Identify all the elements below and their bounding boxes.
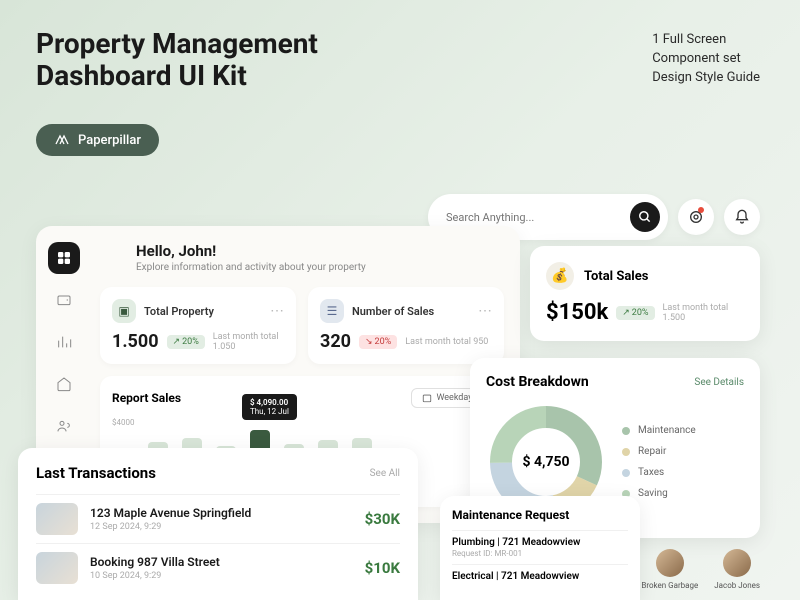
person-item[interactable]: Jacob Jones: [714, 549, 760, 590]
maintenance-row[interactable]: Electrical | 721 Meadowview: [452, 564, 628, 588]
transactions-card: Last Transactions See All 123 Maple Aven…: [18, 448, 418, 600]
see-all-link[interactable]: See All: [370, 468, 400, 479]
chart-icon: [56, 334, 72, 350]
people-list: Broken Garbage Jacob Jones: [641, 549, 760, 590]
bell-icon: [734, 209, 750, 225]
trend-up-icon: ↗ 20%: [616, 306, 654, 320]
sidebar-item-wallet[interactable]: [48, 284, 80, 316]
calendar-icon: [422, 393, 432, 403]
home-icon: [56, 376, 72, 392]
wallet-icon: [56, 292, 72, 308]
chart-tooltip: $ 4,090.00Thu, 12 Jul: [242, 394, 297, 420]
feature-list: 1 Full Screen Component set Design Style…: [652, 32, 760, 89]
chart-legend: Maintenance Repair Taxes Saving: [622, 425, 696, 499]
maintenance-card: Maintenance Request Plumbing | 721 Meado…: [440, 496, 640, 600]
avatar: [723, 549, 751, 577]
money-bag-icon: 💰: [546, 262, 574, 290]
transaction-row[interactable]: 123 Maple Avenue Springfield12 Sep 2024,…: [36, 494, 400, 543]
see-details-link[interactable]: See Details: [694, 377, 744, 388]
search-button[interactable]: [630, 202, 660, 232]
grid-icon: [56, 250, 72, 266]
search-input[interactable]: [446, 211, 630, 224]
notifications-button[interactable]: [724, 199, 760, 235]
building-icon: ▣: [112, 299, 136, 323]
stat-total-property: ▣ Total Property ⋯ 1.500 ↗ 20% Last mont…: [100, 287, 296, 364]
total-sales-card: 💰 Total Sales $150k ↗ 20% Last month tot…: [530, 246, 760, 341]
sidebar-item-property[interactable]: [48, 368, 80, 400]
property-thumb: [36, 503, 78, 535]
sidebar-item-dashboard[interactable]: [48, 242, 80, 274]
avatar: [656, 549, 684, 577]
burst-icon: [100, 242, 124, 266]
maintenance-row[interactable]: Plumbing | 721 Meadowview Request ID: MR…: [452, 530, 628, 564]
stat-number-sales: ☰ Number of Sales ⋯ 320 ↘ 20% Last month…: [308, 287, 504, 364]
trend-up-icon: ↗ 20%: [167, 335, 205, 349]
activity-button[interactable]: [678, 199, 714, 235]
sidebar-item-users[interactable]: [48, 410, 80, 442]
transaction-row[interactable]: Booking 987 Villa Street10 Sep 2024, 9:2…: [36, 543, 400, 592]
brand-badge[interactable]: Paperpillar: [36, 124, 159, 156]
notification-dot: [698, 207, 704, 213]
more-icon[interactable]: ⋯: [478, 303, 492, 319]
sidebar-item-analytics[interactable]: [48, 326, 80, 358]
trend-down-icon: ↘ 20%: [359, 335, 397, 349]
property-thumb: [36, 552, 78, 584]
more-icon[interactable]: ⋯: [270, 303, 284, 319]
search-icon: [638, 210, 652, 224]
brand-logo-icon: [54, 132, 70, 148]
users-icon: [56, 418, 72, 434]
hero-title: Property ManagementDashboard UI Kit: [36, 28, 318, 92]
list-icon: ☰: [320, 299, 344, 323]
greeting: Hello, John! Explore information and act…: [100, 242, 504, 273]
person-item[interactable]: Broken Garbage: [641, 549, 698, 590]
